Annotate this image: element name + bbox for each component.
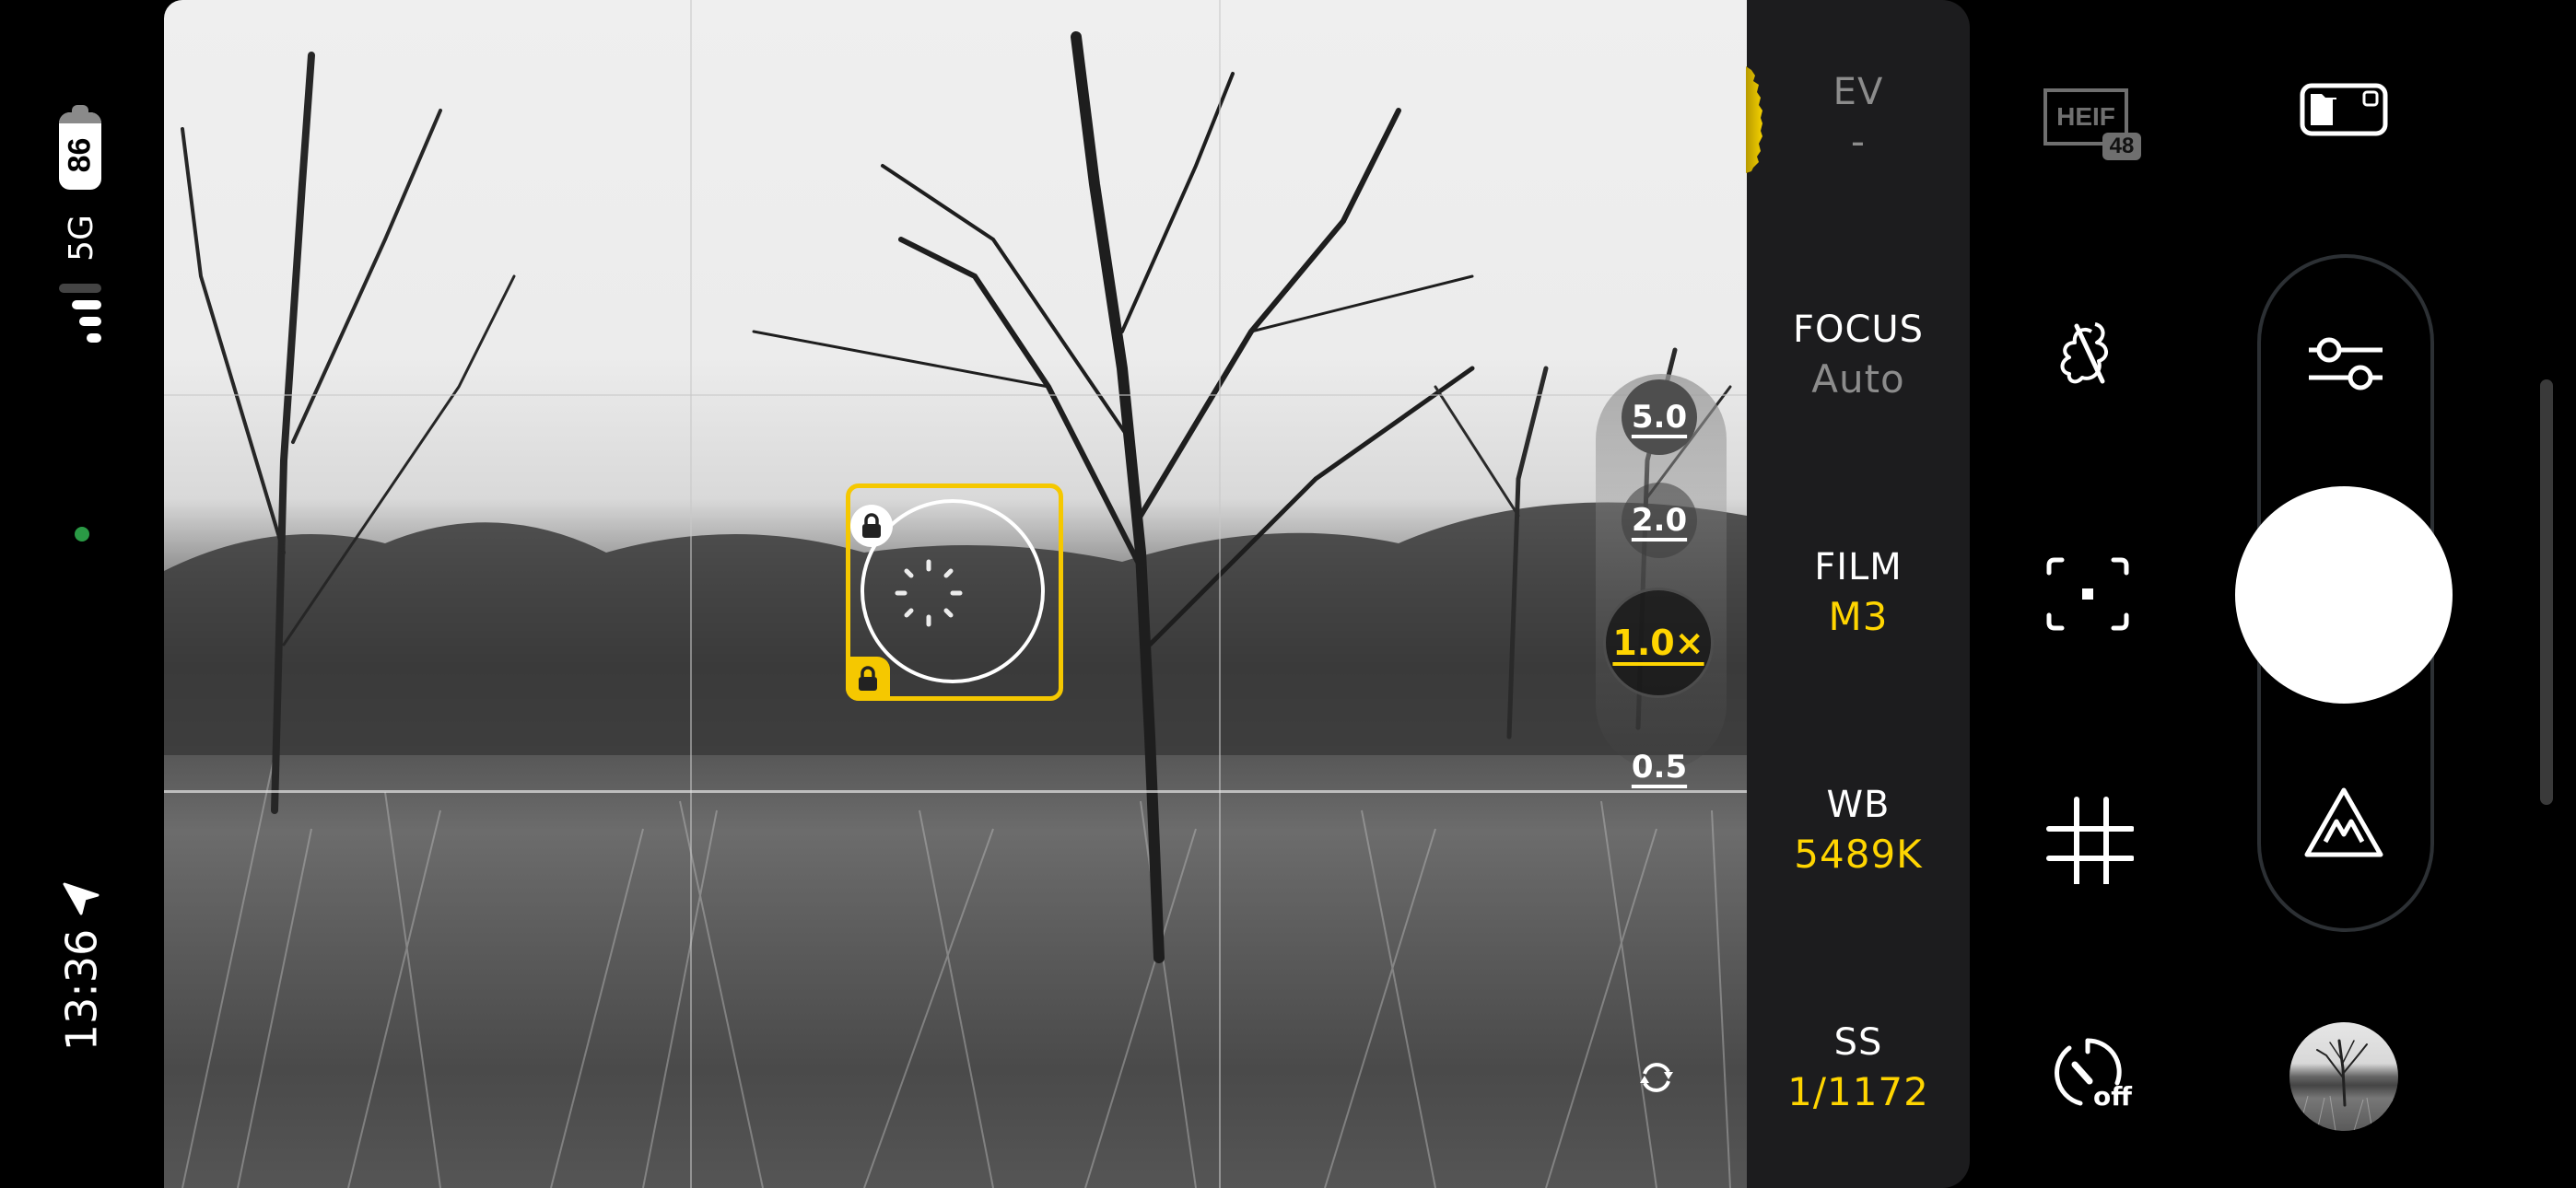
ss-value: 1/1172: [1787, 1069, 1929, 1114]
self-timer-button[interactable]: off: [2042, 1024, 2137, 1116]
wb-value: 5489K: [1794, 832, 1923, 877]
exposure-lock-badge[interactable]: [850, 505, 893, 547]
flash-off-icon[interactable]: [2051, 317, 2125, 390]
level-horizon-line: [164, 790, 1747, 793]
ss-label: SS: [1833, 1021, 1883, 1064]
focus-label: FOCUS: [1792, 309, 1925, 351]
film-value: M3: [1828, 594, 1889, 639]
storage-location-icon[interactable]: [2300, 83, 2388, 136]
setting-focus[interactable]: FOCUS Auto: [1747, 306, 1970, 405]
zoom-option-1x-selected[interactable]: 1.0×: [1603, 588, 1714, 698]
landscape-mode-icon[interactable]: [2301, 785, 2386, 860]
adjustments-sliders-icon[interactable]: [2300, 330, 2392, 394]
ev-dial-wheel[interactable]: [1746, 66, 1766, 173]
setting-ev[interactable]: EV -: [1747, 68, 1970, 168]
film-label: FILM: [1814, 546, 1903, 588]
switch-camera-rotate-icon[interactable]: [1636, 1057, 1677, 1098]
manual-settings-panel: EV - FOCUS Auto FILM M3 WB 5489K SS 1/11…: [1747, 0, 1970, 1188]
network-type: 5G: [62, 214, 100, 262]
setting-white-balance[interactable]: WB 5489K: [1747, 781, 1970, 880]
shutter-button[interactable]: [2235, 486, 2453, 704]
lock-icon: [859, 666, 877, 691]
timer-state-label: off: [2093, 1081, 2132, 1112]
battery-icon: 86: [59, 105, 101, 190]
setting-film[interactable]: FILM M3: [1747, 543, 1970, 643]
exposure-sun-icon: [895, 559, 963, 627]
focus-mode-icon[interactable]: [2042, 553, 2134, 635]
privacy-indicator-dot: [75, 527, 89, 542]
focus-value: Auto: [1811, 356, 1905, 402]
grid-toggle-icon[interactable]: [2042, 792, 2134, 884]
zoom-option-2x[interactable]: 2.0: [1622, 483, 1697, 558]
lock-icon: [862, 513, 881, 538]
signal-strength-icon: [59, 284, 101, 344]
ev-value: -: [1850, 119, 1867, 164]
zoom-option-5x[interactable]: 5.0: [1622, 379, 1697, 455]
location-arrow-icon: [63, 882, 100, 915]
focus-lock-badge[interactable]: [846, 657, 890, 701]
grid-line-vertical-1: [690, 0, 692, 1188]
thumbnail-tree-image: [2298, 1039, 2394, 1131]
wb-label: WB: [1826, 784, 1891, 826]
zoom-option-0-5x[interactable]: 0.5: [1622, 729, 1697, 805]
megapixel-badge: 48: [2102, 133, 2141, 160]
setting-shutter-speed[interactable]: SS 1/1172: [1747, 1019, 1970, 1118]
camera-viewfinder[interactable]: 5.0 2.0 1.0× 0.5: [164, 0, 1747, 1188]
grid-line-vertical-2: [1219, 0, 1221, 1188]
grid-line-horizontal-1: [164, 394, 1747, 396]
ev-label: EV: [1832, 71, 1884, 113]
image-format-button[interactable]: HEIF 48: [2042, 85, 2143, 162]
last-photo-thumbnail[interactable]: [2289, 1022, 2398, 1131]
clock-time: 13:36: [56, 928, 107, 1052]
status-bar: 86 5G 13:36: [0, 0, 164, 1188]
controls-scrollbar[interactable]: [2540, 379, 2553, 805]
battery-percent: 86: [62, 137, 98, 172]
